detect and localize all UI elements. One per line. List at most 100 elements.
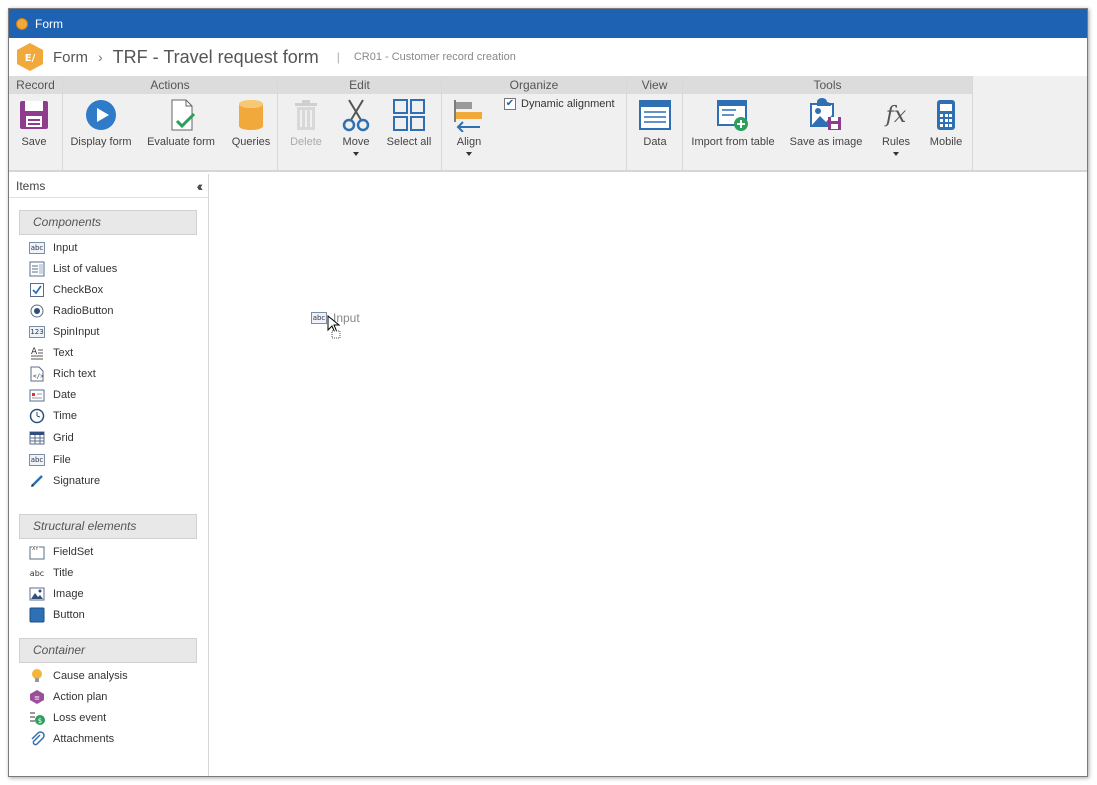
mobile-button[interactable]: Mobile <box>928 98 964 168</box>
list-item-image[interactable]: Image <box>29 584 84 604</box>
section-container[interactable]: Container <box>19 638 197 663</box>
svg-text:XY: XY <box>32 546 39 552</box>
list-item-fieldset[interactable]: XY FieldSet <box>29 542 93 562</box>
list-item-action-plan[interactable]: ≡ Action plan <box>29 687 107 707</box>
svg-text:fx: fx <box>884 103 907 128</box>
function-fx-icon: fx <box>884 103 907 128</box>
list-item-file[interactable]: abc File <box>29 450 71 470</box>
mobile-label: Mobile <box>929 136 963 148</box>
evaluate-form-label: Evaluate form <box>147 136 215 148</box>
page-subtitle: CR01 - Customer record creation <box>353 51 516 63</box>
ribbon-toolbar: Record Save Actions Display form Evaluat… <box>9 76 1087 172</box>
dynamic-alignment-checkbox[interactable]: ✔ Dynamic alignment <box>504 98 615 110</box>
pen-icon <box>29 473 45 489</box>
svg-text:</>: </> <box>33 373 44 380</box>
queries-button[interactable]: Queries <box>231 98 271 168</box>
list-item-grid[interactable]: Grid <box>29 428 74 448</box>
spininput-icon: 123 <box>29 326 45 338</box>
save-button[interactable]: Save <box>17 98 51 168</box>
select-all-label: Select all <box>386 136 432 148</box>
title-bar: Form <box>9 9 1087 38</box>
move-button[interactable]: Move <box>340 98 372 168</box>
save-image-icon <box>810 98 841 130</box>
align-label: Align <box>456 136 482 148</box>
queries-label: Queries <box>231 136 271 148</box>
items-panel-title: Items <box>16 178 46 193</box>
rules-button[interactable]: fx Rules <box>879 98 913 168</box>
import-from-table-label: Import from table <box>691 136 775 148</box>
group-header-view: View <box>627 76 682 94</box>
svg-text:≡: ≡ <box>34 694 40 702</box>
save-as-image-button[interactable]: Save as image <box>789 98 863 168</box>
delete-button[interactable]: Delete <box>288 98 324 168</box>
grid-icon <box>29 430 45 446</box>
form-window: Form E/ Form › TRF - Travel request form… <box>8 8 1088 777</box>
save-label: Save <box>21 136 47 148</box>
list-item-radiobutton[interactable]: RadioButton <box>29 301 114 321</box>
data-button[interactable]: Data <box>638 98 672 168</box>
ribbon-group-tools: Tools Import from table Save as image fx… <box>683 76 973 170</box>
paperclip-icon <box>29 731 45 747</box>
mobile-phone-icon <box>937 100 955 130</box>
lightbulb-icon <box>29 668 45 684</box>
import-from-table-button[interactable]: Import from table <box>691 98 775 168</box>
file-icon: abc <box>29 454 45 466</box>
list-item-input[interactable]: abc Input <box>29 238 77 258</box>
clock-icon <box>29 408 45 424</box>
align-icon <box>454 100 482 132</box>
input-icon: abc <box>29 242 45 254</box>
list-item-button[interactable]: Button <box>29 605 85 625</box>
fieldset-icon: XY <box>29 544 45 560</box>
move-label: Move <box>342 136 370 148</box>
move-dropdown-caret <box>353 152 359 156</box>
collapse-panel-icon[interactable]: ‹‹ <box>197 178 204 194</box>
list-item-date[interactable]: Date <box>29 385 76 405</box>
display-form-button[interactable]: Display form <box>70 98 132 168</box>
ribbon-group-record: Record Save <box>9 76 63 170</box>
dragging-input-item[interactable]: abc Input <box>311 311 360 339</box>
group-header-organize: Organize <box>442 76 626 94</box>
evaluate-form-button[interactable]: Evaluate form <box>147 98 215 168</box>
dynamic-alignment-label: Dynamic alignment <box>521 98 615 110</box>
list-item-signature[interactable]: Signature <box>29 471 100 491</box>
list-item-title[interactable]: abc Title <box>29 563 74 583</box>
group-header-record: Record <box>9 76 62 94</box>
drag-cursor-icon <box>327 315 341 339</box>
breadcrumb-root[interactable]: Form <box>53 49 88 66</box>
trash-icon <box>295 100 317 130</box>
display-form-label: Display form <box>70 136 132 148</box>
breadcrumb: E/ Form › TRF - Travel request form | CR… <box>9 38 1087 76</box>
floppy-disk-icon <box>20 101 48 129</box>
list-item-checkbox[interactable]: CheckBox <box>29 280 103 300</box>
list-item-list-of-values[interactable]: List of values <box>29 259 117 279</box>
scissors-icon <box>342 99 370 132</box>
list-item-spininput[interactable]: 123 SpinInput <box>29 322 99 342</box>
list-item-cause-analysis[interactable]: Cause analysis <box>29 666 128 686</box>
rules-label: Rules <box>881 136 911 148</box>
list-item-time[interactable]: Time <box>29 406 77 426</box>
section-components[interactable]: Components <box>19 210 197 235</box>
checkbox-icon <box>29 282 45 298</box>
save-as-image-label: Save as image <box>789 136 863 148</box>
action-plan-icon: ≡ <box>29 689 45 705</box>
list-item-text[interactable]: A Text <box>29 343 73 363</box>
play-icon <box>86 100 116 130</box>
list-item-loss-event[interactable]: $ Loss event <box>29 708 106 728</box>
list-item-attachments[interactable]: Attachments <box>29 729 114 749</box>
data-table-icon <box>639 100 671 130</box>
window-title: Form <box>35 16 63 31</box>
section-structural-elements[interactable]: Structural elements <box>19 514 197 539</box>
form-design-canvas[interactable]: abc Input <box>211 174 1087 776</box>
rules-dropdown-caret <box>893 152 899 156</box>
select-all-button[interactable]: Select all <box>386 98 432 168</box>
import-table-icon <box>717 100 748 131</box>
items-panel: Items ‹‹ Components abc Input List of va… <box>9 174 209 776</box>
align-button[interactable]: Align <box>452 98 486 168</box>
group-header-actions: Actions <box>63 76 277 94</box>
list-item-rich-text[interactable]: </> Rich text <box>29 364 96 384</box>
date-icon <box>29 387 45 403</box>
app-icon <box>16 17 28 30</box>
database-icon <box>239 100 263 130</box>
ribbon-group-organize: Organize Align ✔ Dynamic alignment <box>442 76 627 170</box>
button-icon <box>29 607 45 623</box>
